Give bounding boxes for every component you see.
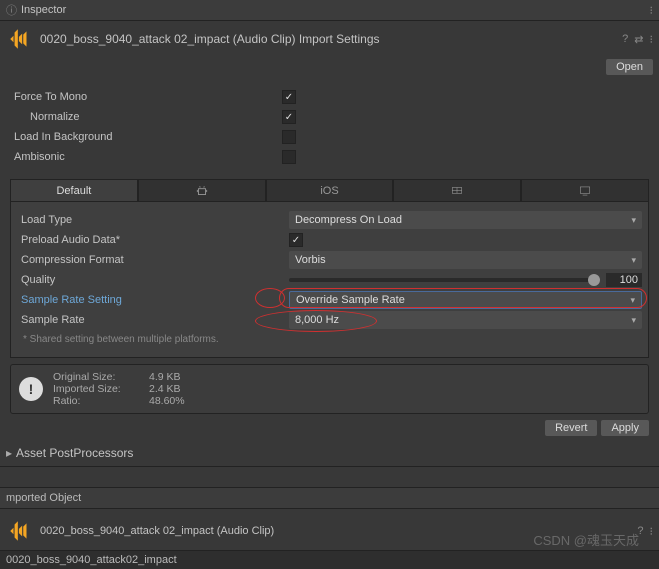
sample-rate-label: Sample Rate	[17, 314, 289, 326]
help-icon[interactable]: ?	[622, 33, 628, 45]
lock-icon[interactable]: ⁝	[650, 4, 654, 17]
standalone-icon	[578, 184, 592, 198]
tab-ios[interactable]: iOS	[266, 179, 394, 201]
original-size-value: 4.9 KB	[149, 371, 199, 383]
quality-slider[interactable]	[289, 278, 600, 282]
inspector-tab-icon: ⓘ	[6, 2, 17, 18]
shared-setting-note: * Shared setting between multiple platfo…	[17, 330, 642, 349]
compression-format-label: Compression Format	[17, 254, 289, 266]
sample-rate-setting-dropdown[interactable]: Override Sample Rate	[289, 291, 642, 309]
audio-properties: Force To Mono Normalize Load In Backgrou…	[0, 81, 659, 173]
asset-title: 0020_boss_9040_attack 02_impact (Audio C…	[40, 32, 622, 46]
preset-icon[interactable]: ⇄	[634, 33, 643, 46]
load-in-background-checkbox[interactable]	[282, 130, 296, 144]
quality-slider-thumb[interactable]	[588, 274, 600, 286]
imported-object-header: mported Object	[0, 487, 659, 509]
apply-button[interactable]: Apply	[601, 420, 649, 436]
original-size-label: Original Size:	[53, 371, 143, 383]
quality-value[interactable]: 100	[606, 273, 642, 287]
imported-size-value: 2.4 KB	[149, 383, 199, 395]
asset-postprocessors-header[interactable]: ▸ Asset PostProcessors	[0, 442, 659, 464]
import-stats: ! Original Size: 4.9 KB Imported Size: 2…	[10, 364, 649, 414]
force-to-mono-label: Force To Mono	[10, 91, 282, 103]
info-icon: !	[19, 377, 43, 401]
tab-default[interactable]: Default	[10, 179, 138, 201]
load-type-dropdown[interactable]: Decompress On Load	[289, 211, 642, 229]
asset-header: 0020_boss_9040_attack 02_impact (Audio C…	[0, 21, 659, 57]
preload-checkbox[interactable]	[289, 233, 303, 247]
audio-clip-icon	[6, 517, 34, 545]
ambisonic-label: Ambisonic	[10, 151, 282, 163]
footer-status-bar: 0020_boss_9040_attack02_impact	[0, 550, 659, 569]
ambisonic-checkbox[interactable]	[282, 150, 296, 164]
webgl-icon	[450, 184, 464, 198]
imported-object-title: 0020_boss_9040_attack 02_impact (Audio C…	[40, 525, 637, 537]
ratio-label: Ratio:	[53, 395, 143, 407]
sample-rate-setting-label: Sample Rate Setting	[17, 294, 289, 306]
load-in-background-label: Load In Background	[10, 131, 282, 143]
sample-rate-dropdown[interactable]: 8,000 Hz	[289, 311, 642, 329]
inspector-tab-label[interactable]: Inspector	[21, 4, 66, 16]
tab-android[interactable]	[138, 179, 266, 201]
inspector-tab-header: ⓘ Inspector ⁝	[0, 0, 659, 21]
platform-tabs: Default iOS	[10, 179, 649, 202]
ratio-value: 48.60%	[149, 395, 199, 407]
tab-standalone[interactable]	[521, 179, 649, 201]
normalize-label: Normalize	[10, 111, 282, 123]
menu-icon[interactable]: ⁝	[650, 525, 654, 538]
audio-clip-icon	[6, 25, 34, 53]
compression-format-dropdown[interactable]: Vorbis	[289, 251, 642, 269]
preload-label: Preload Audio Data*	[17, 234, 289, 246]
open-button[interactable]: Open	[606, 59, 653, 75]
menu-icon[interactable]: ⁝	[650, 33, 654, 46]
force-to-mono-checkbox[interactable]	[282, 90, 296, 104]
android-icon	[195, 184, 209, 198]
imported-object-row: 0020_boss_9040_attack 02_impact (Audio C…	[0, 509, 659, 553]
divider	[0, 466, 659, 467]
revert-button[interactable]: Revert	[545, 420, 597, 436]
imported-size-label: Imported Size:	[53, 383, 143, 395]
quality-label: Quality	[17, 274, 289, 286]
platform-settings: Load Type Decompress On Load Preload Aud…	[10, 202, 649, 358]
load-type-label: Load Type	[17, 214, 289, 226]
normalize-checkbox[interactable]	[282, 110, 296, 124]
expand-arrow-icon: ▸	[6, 446, 12, 460]
help-icon[interactable]: ?	[637, 525, 643, 537]
tab-webgl[interactable]	[393, 179, 521, 201]
